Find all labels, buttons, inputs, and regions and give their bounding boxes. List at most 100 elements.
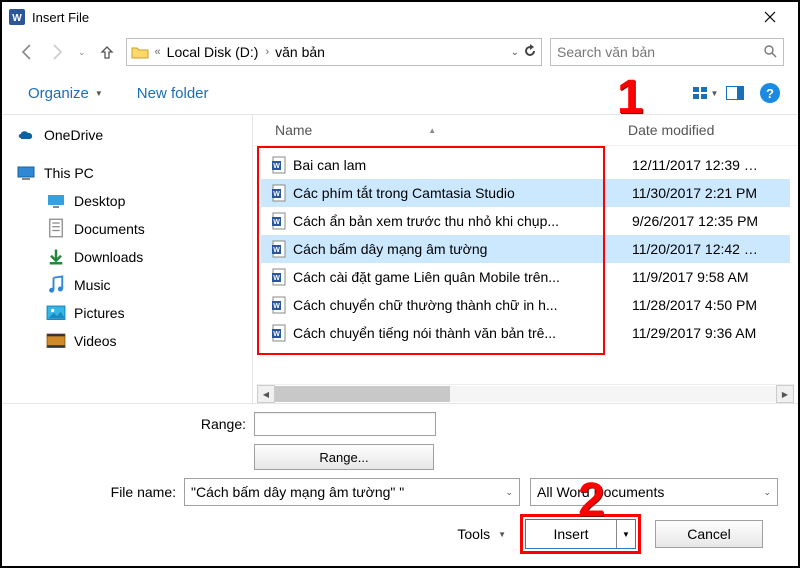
sidebar-item-label: Downloads bbox=[74, 249, 143, 265]
horizontal-scrollbar[interactable]: ◀ ▶ bbox=[257, 384, 794, 403]
scroll-right-button[interactable]: ▶ bbox=[776, 385, 794, 403]
organize-label: Organize bbox=[28, 85, 89, 102]
cancel-button[interactable]: Cancel bbox=[655, 520, 763, 548]
filetype-value: All Word Documents bbox=[537, 484, 664, 500]
sidebar-item-label: Pictures bbox=[74, 305, 125, 321]
range-button[interactable]: Range... bbox=[254, 444, 434, 470]
search-input[interactable]: Search văn bản bbox=[550, 38, 784, 66]
music-icon bbox=[46, 276, 66, 294]
svg-text:W: W bbox=[273, 247, 280, 254]
word-doc-icon: W bbox=[271, 212, 289, 230]
chevron-down-icon: ▼ bbox=[95, 89, 103, 98]
sidebar-item-label: OneDrive bbox=[44, 127, 103, 143]
insert-dropdown[interactable]: ▼ bbox=[616, 520, 635, 548]
crumb-label: văn bản bbox=[275, 44, 325, 60]
up-button[interactable] bbox=[96, 41, 118, 63]
search-placeholder: Search văn bản bbox=[557, 44, 655, 60]
svg-text:W: W bbox=[273, 331, 280, 338]
sidebar-item-onedrive[interactable]: OneDrive bbox=[10, 121, 252, 149]
folder-icon bbox=[131, 45, 149, 59]
sidebar-item-music[interactable]: Music bbox=[10, 271, 252, 299]
filename-input[interactable]: "Cách bấm dây mạng âm tường" " ⌄ bbox=[184, 478, 520, 506]
title-bar: W Insert File bbox=[2, 2, 798, 32]
word-doc-icon: W bbox=[271, 184, 289, 202]
file-date: 9/26/2017 12:35 PM bbox=[632, 213, 790, 229]
new-folder-button[interactable]: New folder bbox=[129, 81, 217, 106]
file-row[interactable]: W Cách cài đặt game Liên quân Mobile trên… bbox=[261, 263, 790, 291]
scrollbar-track[interactable] bbox=[275, 386, 776, 402]
column-label: Name bbox=[275, 122, 312, 138]
file-row[interactable]: WBai can lam12/11/2017 12:39 … bbox=[261, 151, 790, 179]
main-content: OneDrive This PC Desktop Documents Downl… bbox=[2, 115, 798, 404]
file-row[interactable]: WCác phím tắt trong Camtasia Studio11/30… bbox=[261, 179, 790, 207]
refresh-button[interactable] bbox=[523, 44, 537, 61]
window-title: Insert File bbox=[32, 10, 747, 25]
back-button[interactable] bbox=[16, 41, 38, 63]
filetype-select[interactable]: All Word Documents ⌄ bbox=[530, 478, 778, 506]
word-icon: W bbox=[8, 8, 26, 26]
sidebar-item-label: Videos bbox=[74, 333, 117, 349]
history-dropdown[interactable]: ⌄ bbox=[76, 47, 88, 58]
file-name: Cách cài đặt game Liên quân Mobile trên.… bbox=[293, 269, 632, 285]
desktop-icon bbox=[46, 192, 66, 210]
sidebar-item-pictures[interactable]: Pictures bbox=[10, 299, 252, 327]
word-doc-icon: W bbox=[271, 240, 289, 258]
view-options-button[interactable]: ▼ bbox=[690, 80, 720, 106]
svg-text:W: W bbox=[273, 303, 280, 310]
sidebar-item-label: Music bbox=[74, 277, 111, 293]
breadcrumb[interactable]: văn bản bbox=[275, 44, 325, 60]
file-list[interactable]: WBai can lam12/11/2017 12:39 …WCác phím … bbox=[253, 146, 798, 384]
chevron-down-icon: ▼ bbox=[711, 89, 719, 98]
range-button-label: Range... bbox=[319, 450, 368, 465]
close-button[interactable] bbox=[747, 3, 792, 31]
scrollbar-thumb[interactable] bbox=[275, 386, 450, 402]
insert-button[interactable]: Insert ▼ bbox=[525, 519, 636, 549]
filename-value: "Cách bấm dây mạng âm tường" " bbox=[191, 484, 404, 500]
file-row[interactable]: WCách chuyển chữ thường thành chữ in h..… bbox=[261, 291, 790, 319]
file-row[interactable]: WCách bấm dây mạng âm tường11/20/2017 12… bbox=[261, 235, 790, 263]
scroll-left-button[interactable]: ◀ bbox=[257, 385, 275, 403]
sidebar-item-downloads[interactable]: Downloads bbox=[10, 243, 252, 271]
word-doc-icon: W bbox=[271, 268, 289, 286]
sidebar-item-thispc[interactable]: This PC bbox=[10, 159, 252, 187]
column-date-header[interactable]: Date modified bbox=[628, 122, 798, 138]
preview-pane-button[interactable] bbox=[720, 80, 750, 106]
onedrive-icon bbox=[16, 126, 36, 144]
word-doc-icon: W bbox=[271, 156, 289, 174]
range-label: Range: bbox=[18, 416, 254, 432]
breadcrumb[interactable]: Local Disk (D:) › bbox=[167, 44, 269, 60]
sidebar-item-desktop[interactable]: Desktop bbox=[10, 187, 252, 215]
chevron-down-icon[interactable]: ▼ bbox=[498, 530, 506, 539]
address-dropdown[interactable]: ⌄ bbox=[511, 47, 519, 58]
word-doc-icon: W bbox=[271, 324, 289, 342]
word-doc-icon: W bbox=[271, 296, 289, 314]
videos-icon bbox=[46, 332, 66, 350]
range-input[interactable] bbox=[254, 412, 436, 436]
column-name-header[interactable]: Name ▲ bbox=[275, 122, 628, 138]
file-name: Cách bấm dây mạng âm tường bbox=[293, 241, 632, 257]
crumb-separator-icon: « bbox=[155, 46, 161, 58]
file-date: 11/30/2017 2:21 PM bbox=[632, 185, 790, 201]
cancel-label: Cancel bbox=[687, 526, 731, 542]
organize-button[interactable]: Organize ▼ bbox=[20, 81, 111, 106]
new-folder-label: New folder bbox=[137, 85, 209, 102]
insert-file-dialog: W Insert File ⌄ « Local Disk (D:) › bbox=[0, 0, 800, 568]
svg-text:W: W bbox=[273, 219, 280, 226]
downloads-icon bbox=[46, 248, 66, 266]
file-name: Các phím tắt trong Camtasia Studio bbox=[293, 185, 632, 201]
file-row[interactable]: WCách ẩn bản xem trước thu nhỏ khi chụp.… bbox=[261, 207, 790, 235]
chevron-down-icon[interactable]: ⌄ bbox=[763, 487, 771, 498]
file-date: 11/29/2017 9:36 AM bbox=[632, 325, 790, 341]
tools-button[interactable]: Tools bbox=[457, 526, 490, 542]
column-headers: Name ▲ Date modified bbox=[253, 115, 798, 146]
svg-text:W: W bbox=[273, 275, 280, 282]
sidebar-item-documents[interactable]: Documents bbox=[10, 215, 252, 243]
svg-text:W: W bbox=[12, 13, 22, 24]
file-row[interactable]: WCách chuyển tiếng nói thành văn bản trê… bbox=[261, 319, 790, 347]
sidebar-item-videos[interactable]: Videos bbox=[10, 327, 252, 355]
annotation-box: Insert ▼ bbox=[520, 514, 641, 554]
address-bar[interactable]: « Local Disk (D:) › văn bản ⌄ bbox=[126, 38, 542, 66]
forward-button[interactable] bbox=[46, 41, 68, 63]
help-button[interactable]: ? bbox=[760, 83, 780, 103]
chevron-down-icon[interactable]: ⌄ bbox=[505, 487, 513, 498]
